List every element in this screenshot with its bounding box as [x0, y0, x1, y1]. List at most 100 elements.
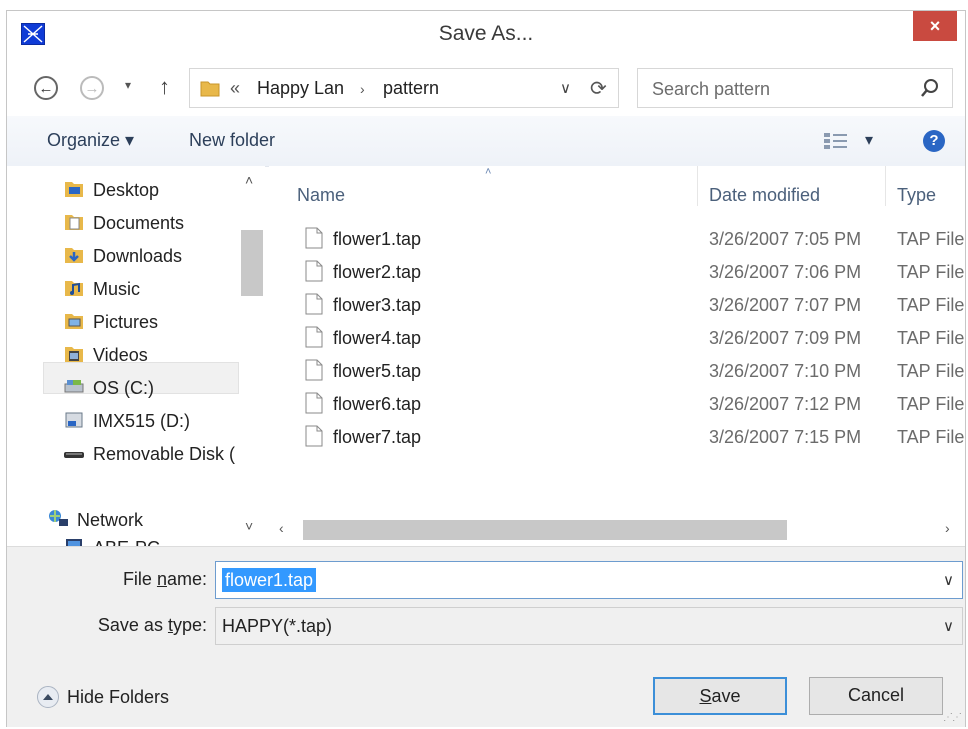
pictures-folder-icon: [65, 314, 83, 329]
title-bar: Save As... ×: [7, 11, 965, 56]
window-title: Save As...: [438, 22, 534, 45]
help-icon[interactable]: ?: [923, 130, 945, 152]
file-row[interactable]: flower4.tap 3/26/2007 7:09 PM TAP File: [269, 321, 965, 354]
search-input[interactable]: [650, 76, 904, 102]
sidebar-scrollbar[interactable]: ˄ ˅: [239, 166, 265, 546]
file-name-label: File name:: [122, 569, 207, 589]
file-name-field[interactable]: flower1.tap ∨: [215, 561, 963, 599]
resize-grip-icon[interactable]: ⋰⋰: [943, 712, 962, 723]
save-as-type-dropdown-icon[interactable]: ∨: [943, 617, 954, 635]
sidebar-scroll-thumb[interactable]: [241, 230, 263, 296]
removable-disk-icon: [64, 452, 84, 458]
new-folder-button[interactable]: New folder: [189, 130, 275, 151]
horizontal-scroll-thumb[interactable]: [303, 520, 787, 540]
file-date: 3/26/2007 7:07 PM: [709, 295, 862, 315]
column-header-date-modified[interactable]: Date modified: [709, 185, 820, 206]
file-type: TAP File: [897, 328, 965, 348]
close-button[interactable]: ×: [913, 11, 957, 41]
save-as-type-select[interactable]: HAPPY(*.tap) ∨: [215, 607, 963, 645]
file-row[interactable]: flower3.tap 3/26/2007 7:07 PM TAP File: [269, 288, 965, 321]
sidebar-item-os-c[interactable]: OS (C:): [63, 376, 154, 406]
chevron-up-icon: [37, 686, 59, 708]
search-icon[interactable]: [920, 78, 940, 98]
file-row[interactable]: flower6.tap 3/26/2007 7:12 PM TAP File: [269, 387, 965, 420]
breadcrumb-overflow[interactable]: «: [230, 78, 240, 99]
file-icon: [305, 293, 323, 315]
file-name: flower2.tap: [333, 262, 422, 282]
file-date: 3/26/2007 7:15 PM: [709, 427, 862, 447]
column-header-name[interactable]: Name: [297, 185, 345, 206]
search-box[interactable]: [637, 68, 953, 108]
cancel-button[interactable]: Cancel: [809, 677, 943, 715]
save-as-dialog: Save As... × ← → ▾ ↑ « Happy Lan › patte…: [6, 10, 966, 727]
file-icon: [305, 392, 323, 414]
computer-icon: [66, 539, 82, 546]
breadcrumb-separator[interactable]: ›: [360, 81, 365, 97]
sidebar-item-pictures[interactable]: Pictures: [63, 310, 158, 340]
file-type: TAP File: [897, 361, 965, 381]
documents-folder-icon: [65, 215, 83, 230]
file-type: TAP File: [897, 229, 965, 249]
save-as-type-label: Save as type:: [97, 615, 207, 635]
drive-icon: [65, 412, 83, 428]
sidebar-item-music[interactable]: Music: [63, 277, 140, 307]
sidebar-item-desktop[interactable]: Desktop: [63, 178, 159, 208]
breadcrumb-happy-lan[interactable]: Happy Lan: [257, 78, 344, 99]
file-name: flower1.tap: [333, 229, 422, 249]
scroll-up-icon[interactable]: ˄: [245, 172, 253, 188]
refresh-icon[interactable]: ⟳: [590, 76, 607, 101]
file-icon: [305, 227, 323, 249]
organize-button[interactable]: Organize ▾: [47, 130, 134, 151]
music-folder-icon: [65, 281, 83, 296]
file-list-horizontal-scrollbar[interactable]: ‹ ›: [269, 516, 965, 544]
save-as-type-value: HAPPY(*.tap): [222, 616, 333, 636]
file-type: TAP File: [897, 427, 965, 447]
file-icon: [305, 326, 323, 348]
sidebar-item-imx515-d[interactable]: IMX515 (D:): [63, 409, 190, 439]
sidebar-item-removable-disk[interactable]: Removable Disk (: [63, 442, 235, 472]
details-view-icon: [824, 133, 847, 149]
column-divider[interactable]: [885, 166, 886, 206]
sidebar-item-network[interactable]: Network: [47, 508, 143, 538]
file-row[interactable]: flower2.tap 3/26/2007 7:06 PM TAP File: [269, 255, 965, 288]
back-button[interactable]: ←: [34, 76, 58, 100]
save-button[interactable]: Save: [653, 677, 787, 715]
network-icon: [49, 510, 68, 526]
file-name: flower3.tap: [333, 295, 422, 315]
save-panel: File name: flower1.tap ∨ Save as type: H…: [7, 546, 965, 727]
file-row[interactable]: flower1.tap 3/26/2007 7:05 PM TAP File: [269, 222, 965, 255]
sidebar-item-downloads[interactable]: Downloads: [63, 244, 182, 274]
file-type: TAP File: [897, 295, 965, 315]
views-dropdown-icon[interactable]: ▾: [865, 130, 873, 150]
sort-ascending-icon: ˄: [485, 166, 492, 178]
column-header-type[interactable]: Type: [897, 185, 936, 206]
breadcrumb-pattern[interactable]: pattern: [383, 78, 439, 99]
forward-button[interactable]: →: [80, 76, 104, 100]
sidebar-item-documents[interactable]: Documents: [63, 211, 184, 241]
address-bar[interactable]: « Happy Lan › pattern ∨ ⟳: [189, 68, 619, 108]
hide-folders-button[interactable]: Hide Folders: [37, 686, 169, 708]
file-date: 3/26/2007 7:06 PM: [709, 262, 862, 282]
file-name-input-value[interactable]: flower1.tap: [222, 568, 317, 592]
hard-drive-icon: [64, 380, 84, 393]
recent-locations-icon[interactable]: ▾: [125, 78, 131, 92]
file-name-dropdown-icon[interactable]: ∨: [943, 571, 954, 589]
change-view-button[interactable]: ▾: [823, 132, 883, 152]
file-type: TAP File: [897, 262, 965, 282]
scroll-down-icon[interactable]: ˅: [245, 518, 253, 534]
file-icon: [305, 260, 323, 282]
scroll-left-icon[interactable]: ‹: [279, 520, 284, 536]
file-type: TAP File: [897, 394, 965, 414]
file-row[interactable]: flower7.tap 3/26/2007 7:15 PM TAP File: [269, 420, 965, 453]
up-button[interactable]: ↑: [159, 74, 170, 100]
downloads-folder-icon: [65, 248, 83, 263]
scroll-right-icon[interactable]: ›: [945, 520, 950, 536]
file-date: 3/26/2007 7:09 PM: [709, 328, 862, 348]
column-divider[interactable]: [697, 166, 698, 206]
command-toolbar: Organize ▾ New folder ▾ ?: [7, 116, 965, 167]
file-row[interactable]: flower5.tap 3/26/2007 7:10 PM TAP File: [269, 354, 965, 387]
desktop-folder-icon: [65, 182, 83, 197]
sidebar-item-videos[interactable]: Videos: [63, 343, 148, 373]
address-dropdown-icon[interactable]: ∨: [560, 79, 571, 97]
sidebar-item-abe-pc[interactable]: ABE-PC: [63, 536, 160, 546]
